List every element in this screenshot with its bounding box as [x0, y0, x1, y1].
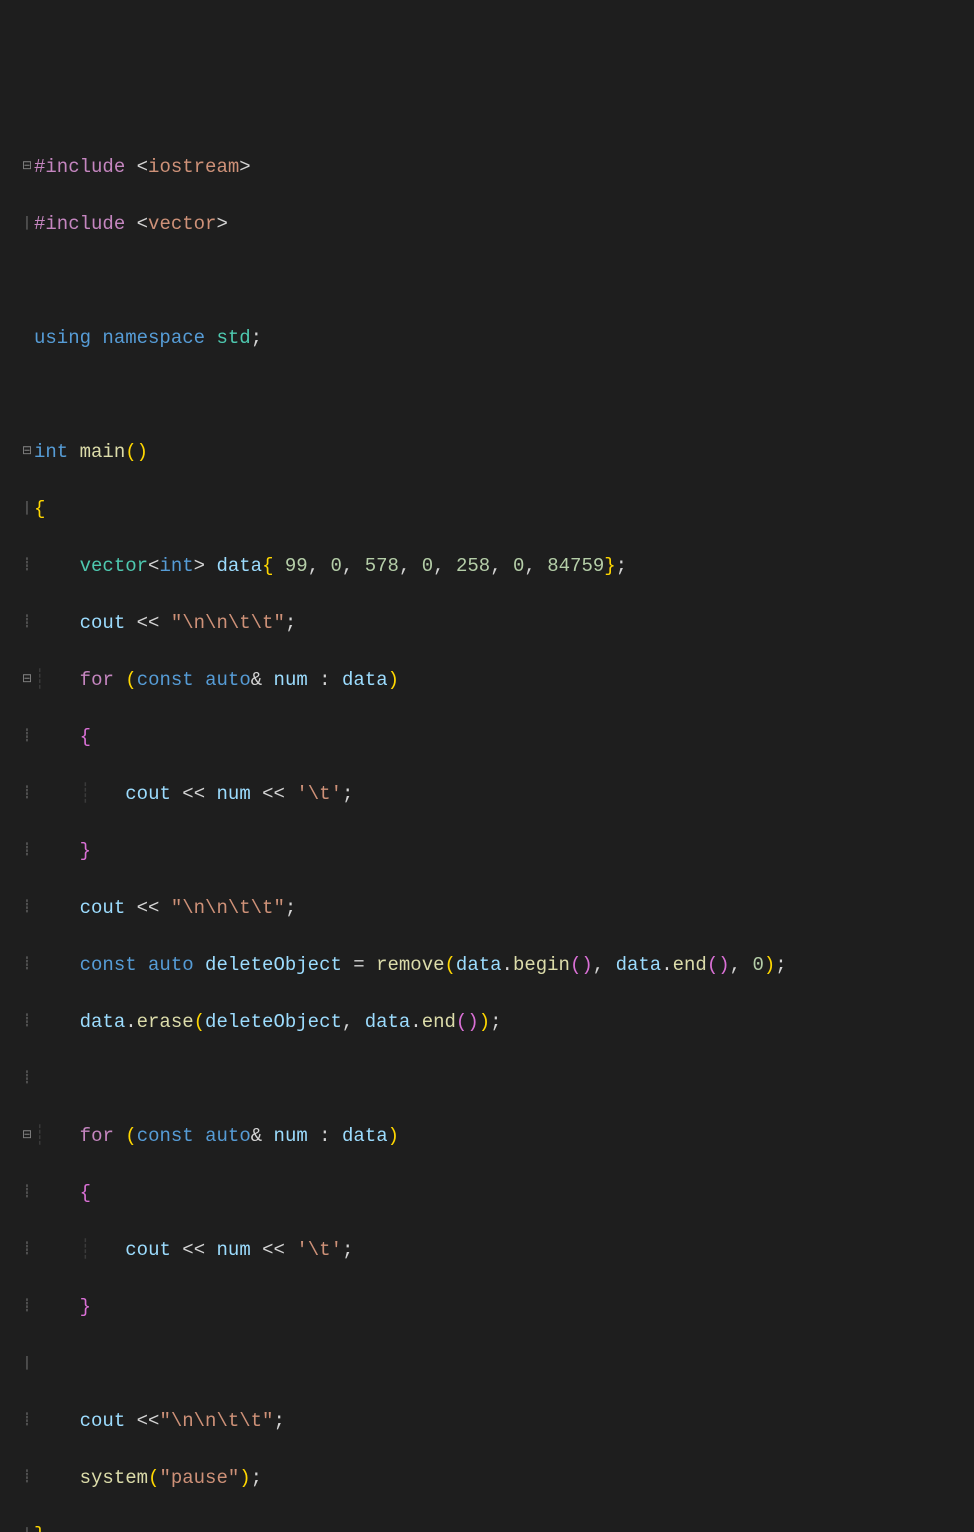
code-line[interactable]: ┊ const auto deleteObject = remove(data.… — [20, 951, 974, 980]
fold-toggle-icon[interactable]: ⊟ — [20, 157, 34, 175]
code-line[interactable]: ┊ } — [20, 837, 974, 866]
code-line[interactable]: │#include <vector> — [20, 210, 974, 239]
code-line[interactable]: ┊ ┊ cout << num << '\t'; — [20, 780, 974, 809]
code-line[interactable]: using namespace std; — [20, 324, 974, 353]
code-line[interactable]: ┊ vector<int> data{ 99, 0, 578, 0, 258, … — [20, 552, 974, 581]
code-line[interactable]: ┊ system("pause"); — [20, 1464, 974, 1493]
code-line[interactable]: ┊ data.erase(deleteObject, data.end()); — [20, 1008, 974, 1037]
directive: include — [45, 156, 125, 178]
fold-guide: │ — [20, 214, 34, 232]
fold-toggle-icon[interactable]: ⊟ — [20, 442, 34, 460]
code-line[interactable]: ┊ } — [20, 1293, 974, 1322]
code-line[interactable]: ⊟┊ for (const auto& num : data) — [20, 1122, 974, 1151]
code-line[interactable]: │ — [20, 1350, 974, 1379]
code-line[interactable]: ┊ { — [20, 723, 974, 752]
code-line[interactable]: ⊟int main() — [20, 438, 974, 467]
header-name: vector — [148, 213, 216, 235]
code-line[interactable]: ┊ cout << "\n\n\t\t"; — [20, 894, 974, 923]
fold-toggle-icon[interactable]: ⊟ — [20, 1126, 34, 1144]
code-line[interactable]: ⊟#include <iostream> — [20, 153, 974, 182]
variable-data: data — [216, 555, 262, 577]
code-line[interactable]: ┊ — [20, 1065, 974, 1094]
code-line[interactable]: ┊ ┊ cout << num << '\t'; — [20, 1236, 974, 1265]
code-line[interactable]: ⊟┊ for (const auto& num : data) — [20, 666, 974, 695]
preprocessor-hash: # — [34, 156, 45, 178]
code-line[interactable] — [20, 381, 974, 410]
code-line[interactable] — [20, 267, 974, 296]
code-line[interactable]: ┊ { — [20, 1179, 974, 1208]
fold-toggle-icon[interactable]: ⊟ — [20, 670, 34, 688]
variable-deleteobject: deleteObject — [205, 954, 342, 976]
code-line[interactable]: │{ — [20, 495, 974, 524]
code-line[interactable]: └} — [20, 1521, 974, 1532]
header-name: iostream — [148, 156, 239, 178]
code-line[interactable]: ┊ cout << "\n\n\t\t"; — [20, 609, 974, 638]
function-main: main — [80, 441, 126, 463]
code-line[interactable]: ┊ cout <<"\n\n\t\t"; — [20, 1407, 974, 1436]
code-editor[interactable]: ⊟#include <iostream> │#include <vector> … — [20, 124, 974, 1532]
